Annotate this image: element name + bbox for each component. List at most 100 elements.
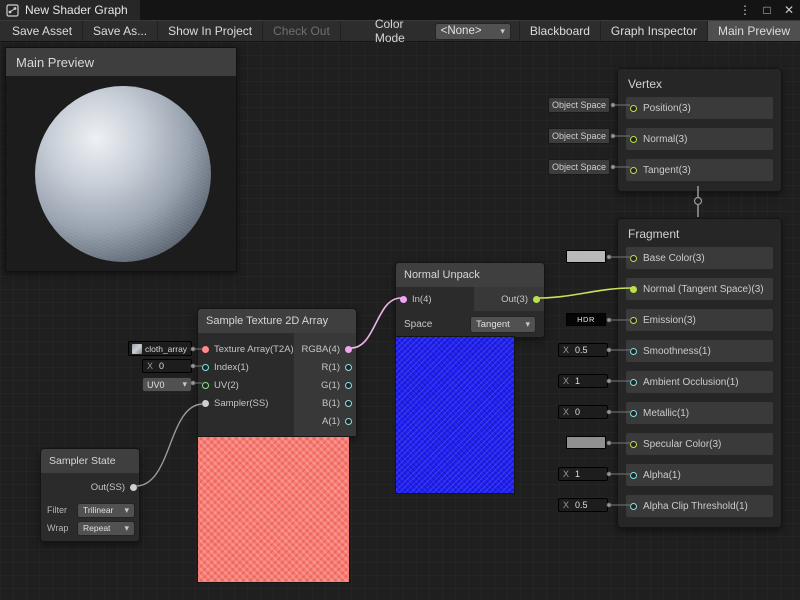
port-row-out-ss[interactable]: Out(SS) [41,473,139,501]
space-dropdown[interactable]: Tangent [470,316,536,333]
port-alpha-clip-threshold[interactable] [630,503,637,510]
sample-texture-preview [197,436,350,583]
port-g-output[interactable] [345,382,352,389]
vertex-block-node[interactable]: Vertex Position(3) Normal(3) Tangent(3) [617,68,782,192]
port-row-metallic[interactable]: Metallic(1) [626,402,773,424]
alpha-clip-threshold-field[interactable]: X 0.5 [558,498,608,512]
port-row-specular-color[interactable]: Specular Color(3) [626,433,773,455]
maximize-icon[interactable]: □ [756,0,778,20]
normal-unpack-title[interactable]: Normal Unpack [396,263,544,287]
port-row-rgba[interactable]: RGBA(4) [294,341,356,358]
edge-rgba-to-in[interactable] [351,298,401,348]
port-smoothness[interactable] [630,348,637,355]
port-row-a[interactable]: A(1) [294,413,356,430]
fragment-block-node[interactable]: Fragment Base Color(3) Normal (Tangent S… [617,218,782,528]
index-field[interactable]: X 0 [142,359,192,373]
sample-node-title[interactable]: Sample Texture 2D Array [198,309,356,333]
port-a-output[interactable] [345,418,352,425]
normal-unpack-preview [395,336,515,494]
port-row-sampler[interactable]: Sampler(SS) [198,395,294,412]
port-sampler-input[interactable] [202,400,209,407]
document-tab[interactable]: New Shader Graph [0,0,140,20]
port-normal-tangent-space[interactable] [630,286,637,293]
blackboard-toggle-button[interactable]: Blackboard [519,21,600,41]
port-r-output[interactable] [345,364,352,371]
base-color-swatch[interactable] [566,250,606,263]
main-preview-toggle-button[interactable]: Main Preview [707,21,800,41]
port-specular-color[interactable] [630,441,637,448]
tangent-space-dropdown[interactable]: Object Space [548,159,610,175]
graph-inspector-toggle-button[interactable]: Graph Inspector [600,21,707,41]
main-preview-panel: Main Preview [5,47,237,272]
port-tangent[interactable] [630,167,637,174]
port-row-uv[interactable]: UV(2) [198,377,294,394]
save-as-button[interactable]: Save As... [83,21,158,41]
position-space-dropdown[interactable]: Object Space [548,97,610,113]
save-asset-button[interactable]: Save Asset [2,21,83,41]
port-row-texture-array[interactable]: Texture Array(T2A) [198,341,294,358]
chevron-down-icon [124,523,129,534]
emission-hdr-color-field[interactable]: HDR [566,313,606,326]
window-title: New Shader Graph [25,3,128,17]
sample-texture-2d-array-node[interactable]: Sample Texture 2D Array Texture Array(T2… [197,308,357,437]
port-row-g[interactable]: G(1) [294,377,356,394]
port-ambient-occlusion[interactable] [630,379,637,386]
port-row-index[interactable]: Index(1) [198,359,294,376]
port-row-r[interactable]: R(1) [294,359,356,376]
port-row-position[interactable]: Position(3) [626,97,773,119]
edge-sampler-state[interactable] [136,404,203,486]
close-icon[interactable]: ✕ [778,0,800,20]
port-base-color[interactable] [630,255,637,262]
wrap-row: Wrap Repeat [41,519,139,541]
port-metallic[interactable] [630,410,637,417]
port-row-smoothness[interactable]: Smoothness(1) [626,340,773,362]
port-row-alpha-clip[interactable]: Alpha Clip Threshold(1) [626,495,773,517]
port-row-ambient-occlusion[interactable]: Ambient Occlusion(1) [626,371,773,393]
smoothness-field[interactable]: X 0.5 [558,343,608,357]
block-link-handle[interactable] [695,198,702,205]
texture-array-object-field[interactable]: cloth_array [128,341,192,356]
graph-canvas[interactable]: Main Preview Vertex Position(3) Normal(3… [0,42,800,600]
port-row-tangent[interactable]: Tangent(3) [626,159,773,181]
main-preview-header[interactable]: Main Preview [6,48,236,76]
port-position[interactable] [630,105,637,112]
chevron-down-icon [182,379,187,390]
port-emission[interactable] [630,317,637,324]
port-row-normal[interactable]: Normal(3) [626,128,773,150]
port-row-normal-ts[interactable]: Normal (Tangent Space)(3) [626,278,773,300]
color-mode-dropdown[interactable]: <None> [435,23,511,40]
port-texture-array-input[interactable] [202,346,209,353]
wrap-dropdown[interactable]: Repeat [77,521,135,536]
port-b-output[interactable] [345,400,352,407]
specular-color-swatch[interactable] [566,436,606,449]
alpha-field[interactable]: X 1 [558,467,608,481]
texture-thumbnail-icon [132,344,142,354]
kebab-menu-icon[interactable]: ⋮ [734,0,756,20]
port-row-in[interactable]: In(4) [396,287,474,311]
port-rgba-output[interactable] [345,346,352,353]
port-out-ss-output[interactable] [130,484,137,491]
uv-channel-dropdown[interactable]: UV0 [142,377,192,392]
port-index-input[interactable] [202,364,209,371]
port-alpha[interactable] [630,472,637,479]
normal-space-dropdown[interactable]: Object Space [548,128,610,144]
filter-dropdown[interactable]: Trilinear [77,503,135,518]
port-uv-input[interactable] [202,382,209,389]
filter-label: Filter [47,505,67,515]
port-out-output[interactable] [533,296,540,303]
port-in-input[interactable] [400,296,407,303]
normal-unpack-node[interactable]: Normal Unpack In(4) Out(3) Space Tangent [395,262,545,338]
show-in-project-button[interactable]: Show In Project [158,21,263,41]
ambient-occlusion-field[interactable]: X 1 [558,374,608,388]
sampler-state-node[interactable]: Sampler State Out(SS) Filter Trilinear W… [40,448,140,542]
shader-preview-sphere [35,86,211,262]
port-row-base-color[interactable]: Base Color(3) [626,247,773,269]
port-row-out[interactable]: Out(3) [474,287,544,311]
port-row-alpha[interactable]: Alpha(1) [626,464,773,486]
sampler-state-title[interactable]: Sampler State [41,449,139,473]
port-normal[interactable] [630,136,637,143]
filter-row: Filter Trilinear [41,501,139,519]
port-row-b[interactable]: B(1) [294,395,356,412]
port-row-emission[interactable]: Emission(3) [626,309,773,331]
metallic-field[interactable]: X 0 [558,405,608,419]
